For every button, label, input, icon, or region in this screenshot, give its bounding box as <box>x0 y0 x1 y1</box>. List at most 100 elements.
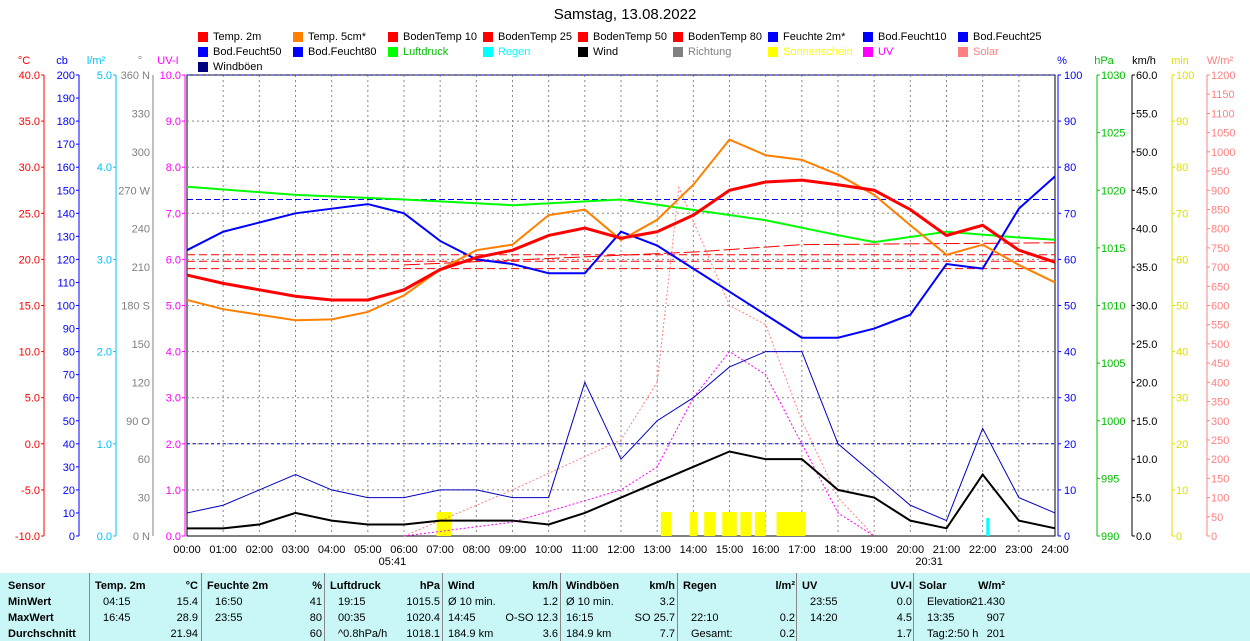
uv-axis-unit: UV-I <box>157 55 178 67</box>
solar-axis-tick-label: 50 <box>1211 512 1223 524</box>
legend-label: Richtung <box>688 46 732 58</box>
legend-item: BodenTemp 25 <box>483 31 572 43</box>
column-unit: km/h <box>649 580 675 592</box>
dir-axis-tick-label: 270 W <box>118 185 150 197</box>
column-divider <box>560 573 561 641</box>
solar-axis-tick-label: 150 <box>1211 473 1229 485</box>
sun-axis-tick-label: 20 <box>1176 439 1188 451</box>
solar-axis-tick-label: 700 <box>1211 262 1229 274</box>
sunshine-bar <box>754 512 766 536</box>
legend-label: BodenTemp 25 <box>498 31 572 43</box>
column-divider <box>89 573 90 641</box>
x-tick-label: 03:00 <box>282 544 310 556</box>
rain-axis-tick-label: 2.0 <box>97 347 112 359</box>
wind-axis-tick-label: 35.0 <box>1136 262 1157 274</box>
cell-value: 0.2 <box>779 628 795 640</box>
hum-axis-tick-label: 70 <box>1064 208 1076 220</box>
solar-axis-tick-label: 1150 <box>1211 89 1235 101</box>
sunshine-bar <box>689 512 697 536</box>
cell-label: ^0.8hPa/h <box>338 628 388 640</box>
x-tick-label: 10:00 <box>535 544 563 556</box>
legend-swatch <box>768 32 778 42</box>
rain-axis-tick-label: 1.0 <box>97 439 112 451</box>
legend-label: Luftdruck <box>403 46 449 58</box>
cell-value: 60 <box>309 628 322 640</box>
wind-axis-tick-label: 50.0 <box>1136 147 1157 159</box>
cell-label: 22:10 <box>691 612 719 624</box>
cb-axis-tick-label: 170 <box>57 139 75 151</box>
wind-axis-tick-label: 10.0 <box>1136 454 1157 466</box>
solar-axis-tick-label: 950 <box>1211 166 1229 178</box>
cell-label: 04:15 <box>103 596 131 608</box>
x-tick-label: 02:00 <box>246 544 274 556</box>
cb-axis-tick-label: 20 <box>63 485 75 497</box>
cb-axis-tick-label: 10 <box>63 508 75 520</box>
cell-label: 16:45 <box>103 612 131 624</box>
solar-axis-tick-label: 400 <box>1211 377 1229 389</box>
temp-axis-tick-label: 20.0 <box>19 254 40 266</box>
legend-item: Bod.Feucht25 <box>958 31 1042 43</box>
weather-chart: 00:00 01:00 02:00 03:00 04:00 05:00 06:00 07:00… <box>15 55 1236 568</box>
press-axis-tick-label: 1010 <box>1101 301 1125 313</box>
sun-axis-tick-label: 40 <box>1176 347 1188 359</box>
cell-value: O-SO 12.3 <box>505 612 558 624</box>
dir-axis-tick-label: 240 <box>132 224 150 236</box>
legend-swatch <box>578 47 588 57</box>
x-tick-label: 18:00 <box>824 544 852 556</box>
solar-axis-tick-label: 200 <box>1211 454 1229 466</box>
cell-value: 3.6 <box>542 628 558 640</box>
legend-label: BodenTemp 50 <box>593 31 667 43</box>
cb-axis-tick-label: 40 <box>63 439 75 451</box>
cell-label: 19:15 <box>338 596 366 608</box>
wind-axis-unit: km/h <box>1132 55 1156 67</box>
sunshine-bar <box>776 512 806 536</box>
cb-axis-tick-label: 150 <box>57 185 75 197</box>
column-divider <box>796 573 797 641</box>
legend-label: Feuchte 2m* <box>783 31 846 43</box>
dir-axis-unit: ° <box>138 55 142 67</box>
dir-axis-tick-label: 180 S <box>121 301 150 313</box>
uv-axis-tick-label: 7.0 <box>166 208 181 220</box>
cell-value: 80 <box>309 612 322 624</box>
x-tick-label: 08:00 <box>463 544 491 556</box>
cell-label: 23:55 <box>215 612 243 624</box>
legend-item: Bod.Feucht80 <box>293 46 377 58</box>
solar-axis-tick-label: 600 <box>1211 301 1229 313</box>
legend-swatch <box>198 32 208 42</box>
press-axis-tick-label: 1005 <box>1101 358 1125 370</box>
uv-axis-tick-label: 5.0 <box>166 301 181 313</box>
cell-label: 184.9 km <box>566 628 612 640</box>
cb-axis-tick-label: 130 <box>57 231 75 243</box>
row-label: MinWert <box>8 596 52 608</box>
cell-value: 3.2 <box>659 596 675 608</box>
rain-axis-tick-label: 4.0 <box>97 162 112 174</box>
solar-axis-tick-label: 650 <box>1211 281 1229 293</box>
sun-axis-tick-label: 30 <box>1176 393 1188 405</box>
weather-chart-page: 00:00 01:00 02:00 03:00 04:00 05:00 06:00 07:00… <box>0 0 1250 641</box>
legend-label: Solar <box>973 46 999 58</box>
hum-axis-tick-label: 30 <box>1064 393 1076 405</box>
x-tick-label: 19:00 <box>860 544 888 556</box>
column-header: UV <box>802 580 818 592</box>
cell-value: 201 <box>986 628 1005 640</box>
sun-axis-tick-label: 100 <box>1176 70 1194 82</box>
solar-axis-tick-label: 850 <box>1211 204 1229 216</box>
press-axis-tick-label: 995 <box>1101 473 1119 485</box>
cell-value: 21.94 <box>170 628 198 640</box>
solar-axis-tick-label: 1000 <box>1211 147 1235 159</box>
column-header: Windböen <box>566 580 620 592</box>
cell-label: 14:20 <box>810 612 838 624</box>
cell-value: 1015.5 <box>406 596 440 608</box>
dir-axis-tick-label: 210 <box>132 262 150 274</box>
column-unit: km/h <box>532 580 558 592</box>
x-tick-label: 21:00 <box>933 544 961 556</box>
hum-axis-tick-label: 90 <box>1064 116 1076 128</box>
legend-swatch <box>293 47 303 57</box>
legend-item: Feuchte 2m* <box>768 31 845 43</box>
legend-label: Bod.Feucht10 <box>878 31 947 43</box>
cb-axis-tick-label: 30 <box>63 462 75 474</box>
solar-axis-tick-label: 800 <box>1211 224 1229 236</box>
wind-axis-tick-label: 0.0 <box>1136 531 1151 543</box>
x-tick-label: 15:00 <box>716 544 744 556</box>
wind-axis-tick-label: 45.0 <box>1136 185 1157 197</box>
